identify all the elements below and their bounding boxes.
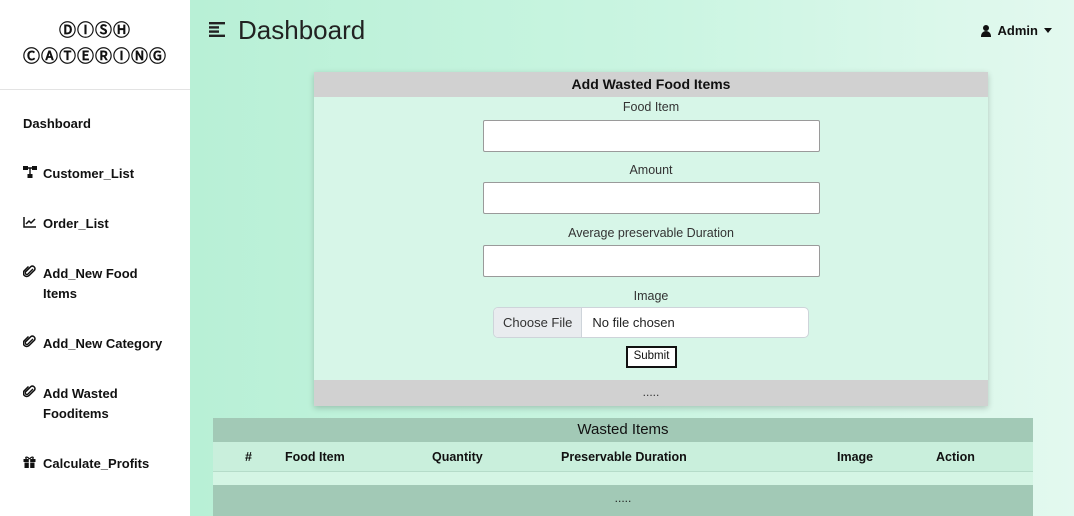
sidebar-item-label: Calculate_Profits <box>43 456 150 471</box>
sidebar: ⒹⒾⓈⒽ ⒸⒶⓉⒺⓇⒾⓃⒼ Dashboard Customer_List Or… <box>0 0 190 516</box>
card-title: Add Wasted Food Items <box>314 72 988 97</box>
sidebar-item-label: Add_New Category <box>43 336 163 351</box>
amount-label: Amount <box>629 163 673 177</box>
paperclip-icon <box>22 264 38 284</box>
amount-input[interactable] <box>483 182 820 214</box>
column-header-preservable-duration: Preservable Duration <box>561 450 687 464</box>
table-title: Wasted Items <box>213 418 1033 442</box>
brand-logo: ⒹⒾⓈⒽ ⒸⒶⓉⒺⓇⒾⓃⒼ <box>0 0 190 90</box>
main-content: Dashboard Admin Add Wasted Food Items Fo… <box>190 0 1074 516</box>
caret-down-icon <box>1044 28 1052 33</box>
image-label: Image <box>633 289 669 303</box>
duration-label: Average preservable Duration <box>568 226 734 240</box>
paperclip-icon <box>22 334 38 354</box>
sidebar-item-order-list[interactable]: Order_List <box>23 214 163 234</box>
admin-dropdown[interactable]: Admin <box>980 23 1052 38</box>
sidebar-item-dashboard[interactable]: Dashboard <box>23 114 143 134</box>
user-icon <box>980 24 992 37</box>
brand-line-2: ⒸⒶⓉⒺⓇⒾⓃⒼ <box>23 47 167 67</box>
column-header-food-item: Food Item <box>285 450 345 464</box>
food-item-label: Food Item <box>622 100 680 114</box>
column-header-quantity: Quantity <box>432 450 483 464</box>
page-title: Dashboard <box>238 15 366 45</box>
sidebar-item-label: Dashboard <box>23 116 91 131</box>
sidebar-item-label: Add_New Food Items <box>43 266 138 301</box>
wasted-items-table: Wasted Items # Food Item Quantity Preser… <box>213 418 1033 516</box>
sidebar-item-label: Customer_List <box>43 166 135 181</box>
submit-button[interactable]: Submit <box>626 346 677 368</box>
add-wasted-food-card: Add Wasted Food Items Food Item Amount A… <box>314 72 988 406</box>
choose-file-button[interactable]: Choose File <box>494 308 583 337</box>
sidebar-item-label: Add Wasted Fooditems <box>43 386 118 421</box>
sitemap-icon <box>23 164 38 184</box>
sidebar-item-customer-list[interactable]: Customer_List <box>23 164 163 184</box>
duration-input[interactable] <box>483 245 820 277</box>
admin-label: Admin <box>997 23 1038 38</box>
card-footer: ..... <box>314 380 988 406</box>
column-header-index: # <box>245 450 252 464</box>
file-status: No file chosen <box>592 315 675 330</box>
menu-toggle-icon[interactable] <box>209 20 225 43</box>
sidebar-item-add-new-food-items[interactable]: Add_New Food Items <box>22 264 163 304</box>
column-header-action: Action <box>936 450 975 464</box>
table-footer: ..... <box>213 485 1033 516</box>
image-file-input[interactable]: Choose File No file chosen <box>493 307 809 338</box>
table-header-row: # Food Item Quantity Preservable Duratio… <box>213 442 1033 472</box>
chart-line-icon <box>23 214 38 234</box>
sidebar-item-add-new-category[interactable]: Add_New Category <box>22 334 163 354</box>
paperclip-icon <box>22 384 38 404</box>
table-body <box>213 472 1033 485</box>
brand-line-1: ⒹⒾⓈⒽ <box>59 21 131 41</box>
column-header-image: Image <box>837 450 874 464</box>
gift-icon <box>23 454 38 474</box>
sidebar-item-calculate-profits[interactable]: Calculate_Profits <box>23 454 163 474</box>
sidebar-item-label: Order_List <box>43 216 109 231</box>
food-item-input[interactable] <box>483 120 820 152</box>
sidebar-item-add-wasted-fooditems[interactable]: Add Wasted Fooditems <box>22 384 163 424</box>
